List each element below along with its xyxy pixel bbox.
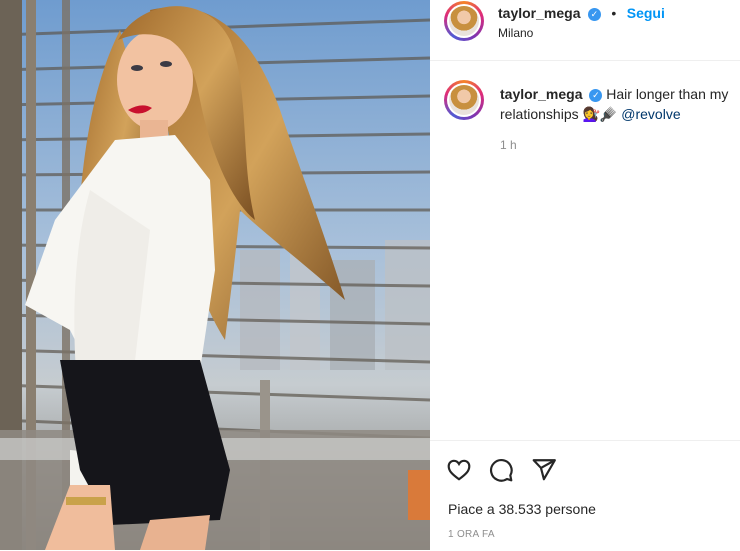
avatar-picture — [449, 85, 479, 115]
avatar-ring — [447, 83, 481, 117]
verified-badge-icon: ✓ — [589, 88, 603, 102]
post-photo[interactable] — [0, 0, 430, 550]
likes-count[interactable]: Piace a 38.533 persone — [448, 501, 596, 517]
separator-dot: • — [611, 5, 617, 21]
follow-button[interactable]: Segui — [627, 5, 665, 21]
caption-timestamp[interactable]: 1 h — [500, 138, 517, 152]
caption-emoji: 💇‍♀️🪮 — [582, 106, 618, 122]
post-header: taylor_mega ✓ • Segui Milano — [430, 0, 740, 61]
caption-avatar[interactable] — [444, 80, 484, 120]
heart-icon[interactable] — [446, 457, 472, 483]
post-age: 1 ORA FA — [448, 529, 495, 540]
caption-text-block: taylor_mega ✓ Hair longer than my relati… — [500, 84, 736, 124]
header-title-row: taylor_mega ✓ • Segui — [498, 5, 665, 23]
caption-username[interactable]: taylor_mega — [500, 86, 582, 102]
photo-illustration — [0, 0, 430, 550]
caption-mention-link[interactable]: @revolve — [621, 106, 680, 122]
verified-badge-icon: ✓ — [587, 8, 601, 21]
share-icon[interactable] — [531, 457, 557, 483]
avatar-ring — [447, 4, 481, 38]
post-actions: Piace a 38.533 persone 1 ORA FA — [430, 440, 740, 551]
post-location[interactable]: Milano — [498, 26, 533, 40]
author-avatar[interactable] — [444, 1, 484, 41]
author-username[interactable]: taylor_mega — [498, 5, 580, 21]
comment-icon[interactable] — [488, 457, 514, 483]
post-details-panel: taylor_mega ✓ • Segui Milano taylor_mega… — [430, 0, 740, 550]
avatar-picture — [449, 6, 479, 36]
